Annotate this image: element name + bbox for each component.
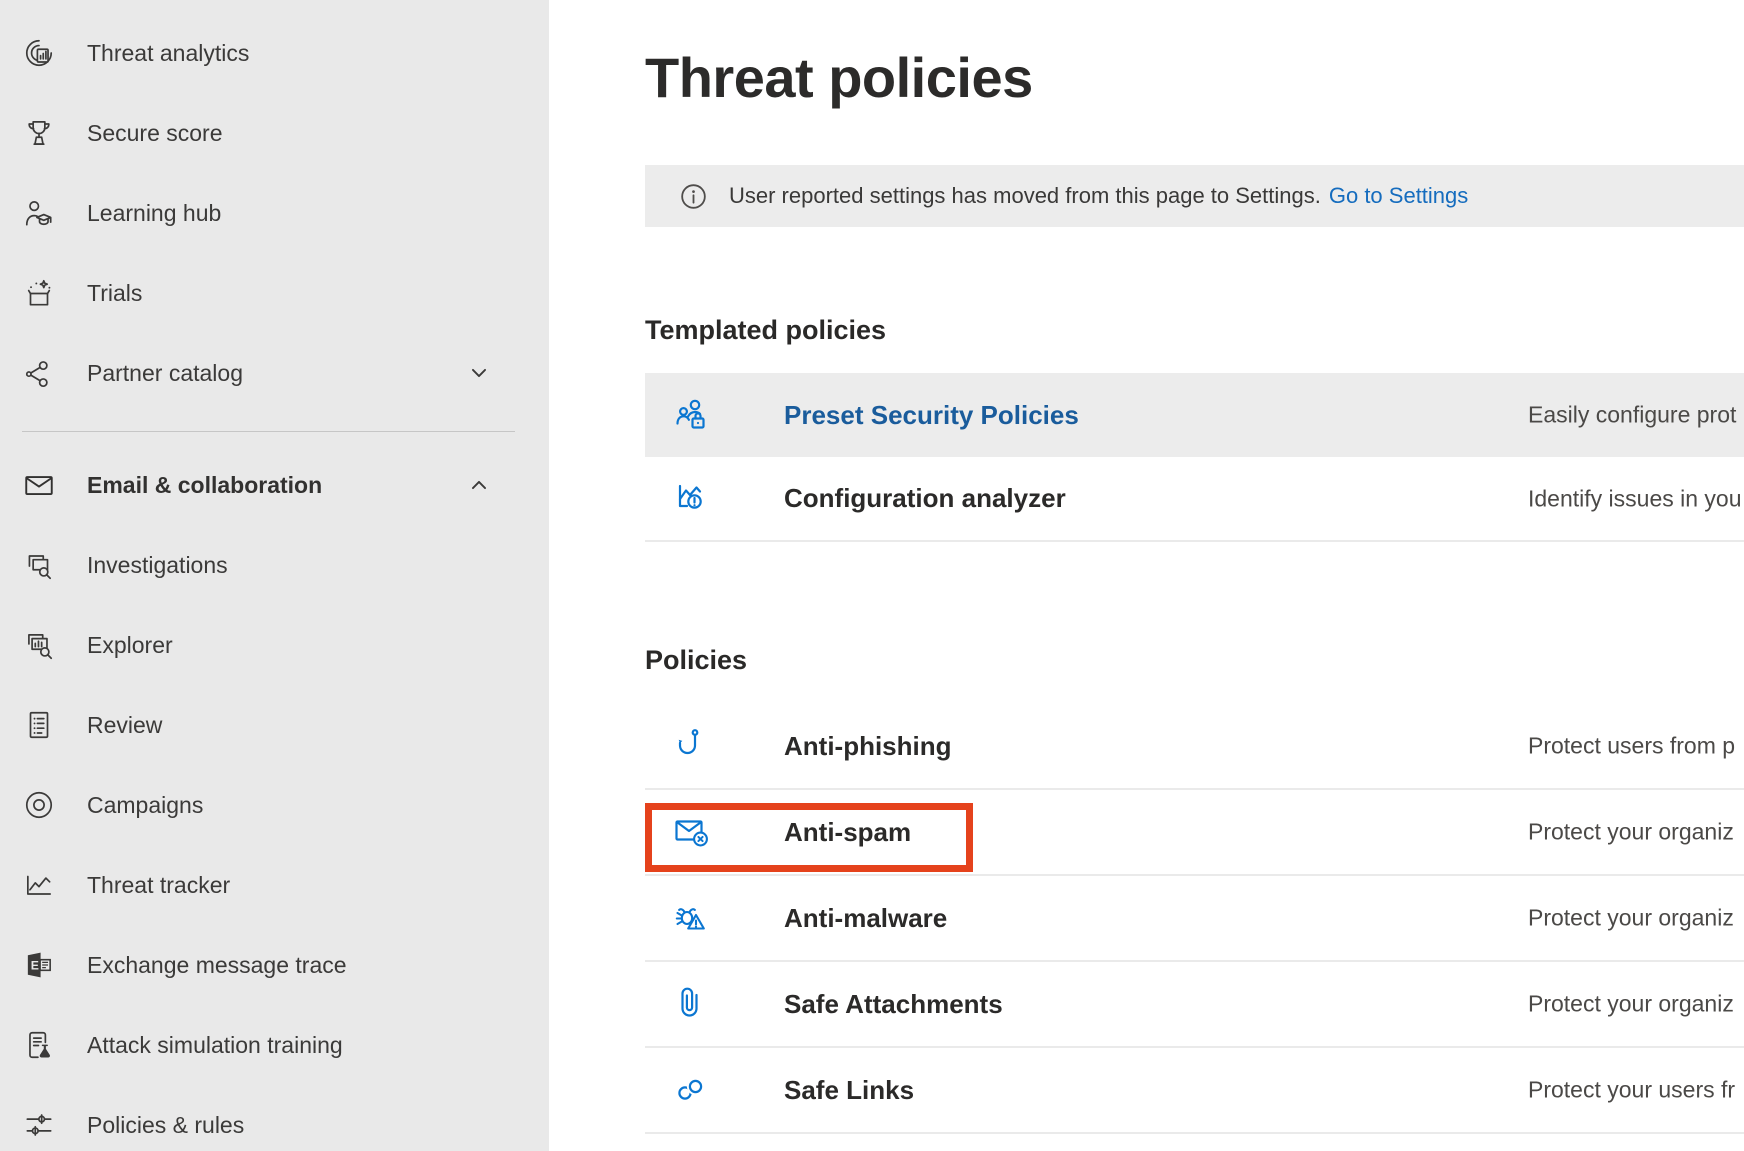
sidebar-item-label: Partner catalog	[87, 360, 243, 387]
sidebar: Threat analytics Secure score	[0, 0, 549, 1151]
row-safe-attachments[interactable]: Safe Attachments Protect your organiz	[645, 962, 1744, 1048]
sidebar-item-label: Trials	[87, 280, 142, 307]
sidebar-item-explorer[interactable]: Explorer	[0, 605, 549, 685]
learning-hub-icon	[22, 196, 56, 230]
row-description: Easily configure prot	[1528, 402, 1736, 429]
attack-simulation-training-icon	[22, 1028, 56, 1062]
sidebar-item-label: Threat analytics	[87, 40, 249, 67]
row-label[interactable]: Safe Links	[784, 1075, 914, 1106]
row-description: Protect your users fr	[1528, 1077, 1735, 1104]
threat-policies-page: Threat analytics Secure score	[0, 0, 1744, 1151]
row-label[interactable]: Anti-spam	[784, 817, 911, 848]
sidebar-item-learning-hub[interactable]: Learning hub	[0, 173, 549, 253]
section-heading-templated-policies: Templated policies	[645, 315, 1744, 346]
sidebar-item-label: Learning hub	[87, 200, 221, 227]
sidebar-item-label: Review	[87, 712, 162, 739]
row-description: Protect your organiz	[1528, 991, 1734, 1018]
row-description: Identify issues in you	[1528, 485, 1742, 512]
sidebar-item-threat-tracker[interactable]: Threat tracker	[0, 845, 549, 925]
row-anti-spam[interactable]: Anti-spam Protect your organiz	[645, 790, 1744, 876]
sidebar-item-investigations[interactable]: Investigations	[0, 525, 549, 605]
sidebar-item-label: Threat tracker	[87, 872, 230, 899]
sidebar-item-label: Secure score	[87, 120, 223, 147]
row-label[interactable]: Anti-phishing	[784, 731, 952, 762]
exchange-message-trace-icon: E	[22, 948, 56, 982]
partner-catalog-icon	[22, 356, 56, 390]
svg-text:E: E	[31, 958, 39, 972]
sidebar-item-label: Policies & rules	[87, 1112, 244, 1139]
section-heading-policies: Policies	[645, 645, 1744, 676]
banner-message: User reported settings has moved from th…	[729, 183, 1321, 209]
row-label[interactable]: Safe Attachments	[784, 989, 1003, 1020]
sidebar-item-label: Exchange message trace	[87, 952, 347, 979]
row-description: Protect users from p	[1528, 733, 1735, 760]
info-banner: User reported settings has moved from th…	[645, 165, 1744, 227]
investigations-icon	[22, 548, 56, 582]
row-label[interactable]: Preset Security Policies	[784, 400, 1079, 431]
anti-spam-envelope-icon	[672, 812, 712, 852]
sidebar-item-threat-analytics[interactable]: Threat analytics	[0, 13, 549, 93]
sidebar-item-review[interactable]: Review	[0, 685, 549, 765]
email-collaboration-icon	[22, 468, 56, 502]
configuration-analyzer-icon	[672, 479, 712, 519]
row-configuration-analyzer[interactable]: Configuration analyzer Identify issues i…	[645, 457, 1744, 542]
row-preset-security-policies[interactable]: Preset Security Policies Easily configur…	[645, 373, 1744, 457]
safe-links-chain-icon	[672, 1070, 712, 1110]
policies-list: Anti-phishing Protect users from p Anti-…	[645, 704, 1744, 1134]
sidebar-item-partner-catalog[interactable]: Partner catalog	[0, 333, 549, 413]
policies-rules-icon	[22, 1108, 56, 1142]
chevron-down-icon[interactable]	[468, 362, 490, 384]
sidebar-item-label: Explorer	[87, 632, 173, 659]
sidebar-item-campaigns[interactable]: Campaigns	[0, 765, 549, 845]
page-title: Threat policies	[645, 44, 1744, 111]
campaigns-icon	[22, 788, 56, 822]
explorer-icon	[22, 628, 56, 662]
sidebar-item-exchange-message-trace[interactable]: E Exchange message trace	[0, 925, 549, 1005]
threat-analytics-icon	[22, 36, 56, 70]
review-icon	[22, 708, 56, 742]
row-anti-malware[interactable]: Anti-malware Protect your organiz	[645, 876, 1744, 962]
sidebar-nav: Threat analytics Secure score	[0, 0, 549, 1151]
sidebar-item-label: Investigations	[87, 552, 228, 579]
info-icon	[679, 182, 708, 211]
sidebar-item-label: Email & collaboration	[87, 472, 322, 499]
sidebar-divider	[22, 431, 515, 432]
row-anti-phishing[interactable]: Anti-phishing Protect users from p	[645, 704, 1744, 790]
threat-tracker-icon	[22, 868, 56, 902]
trials-icon	[22, 276, 56, 310]
row-label[interactable]: Configuration analyzer	[784, 483, 1066, 514]
sidebar-item-attack-simulation-training[interactable]: Attack simulation training	[0, 1005, 549, 1085]
sidebar-item-trials[interactable]: Trials	[0, 253, 549, 333]
sidebar-item-label: Campaigns	[87, 792, 203, 819]
safe-attachments-paperclip-icon	[672, 984, 712, 1024]
anti-malware-bug-icon	[672, 898, 712, 938]
preset-security-policies-icon	[672, 395, 712, 435]
row-safe-links[interactable]: Safe Links Protect your users fr	[645, 1048, 1744, 1134]
chevron-up-icon[interactable]	[468, 474, 490, 496]
go-to-settings-link[interactable]: Go to Settings	[1329, 183, 1468, 209]
sidebar-item-secure-score[interactable]: Secure score	[0, 93, 549, 173]
sidebar-item-email-collaboration[interactable]: Email & collaboration	[0, 445, 549, 525]
anti-phishing-hook-icon	[672, 726, 712, 766]
row-label[interactable]: Anti-malware	[784, 903, 947, 934]
templated-policies-list: Preset Security Policies Easily configur…	[645, 373, 1744, 542]
main-content: Threat policies User reported settings h…	[549, 0, 1744, 1151]
sidebar-item-label: Attack simulation training	[87, 1032, 343, 1059]
secure-score-icon	[22, 116, 56, 150]
row-description: Protect your organiz	[1528, 819, 1734, 846]
sidebar-item-policies-rules[interactable]: Policies & rules	[0, 1085, 549, 1151]
row-description: Protect your organiz	[1528, 905, 1734, 932]
